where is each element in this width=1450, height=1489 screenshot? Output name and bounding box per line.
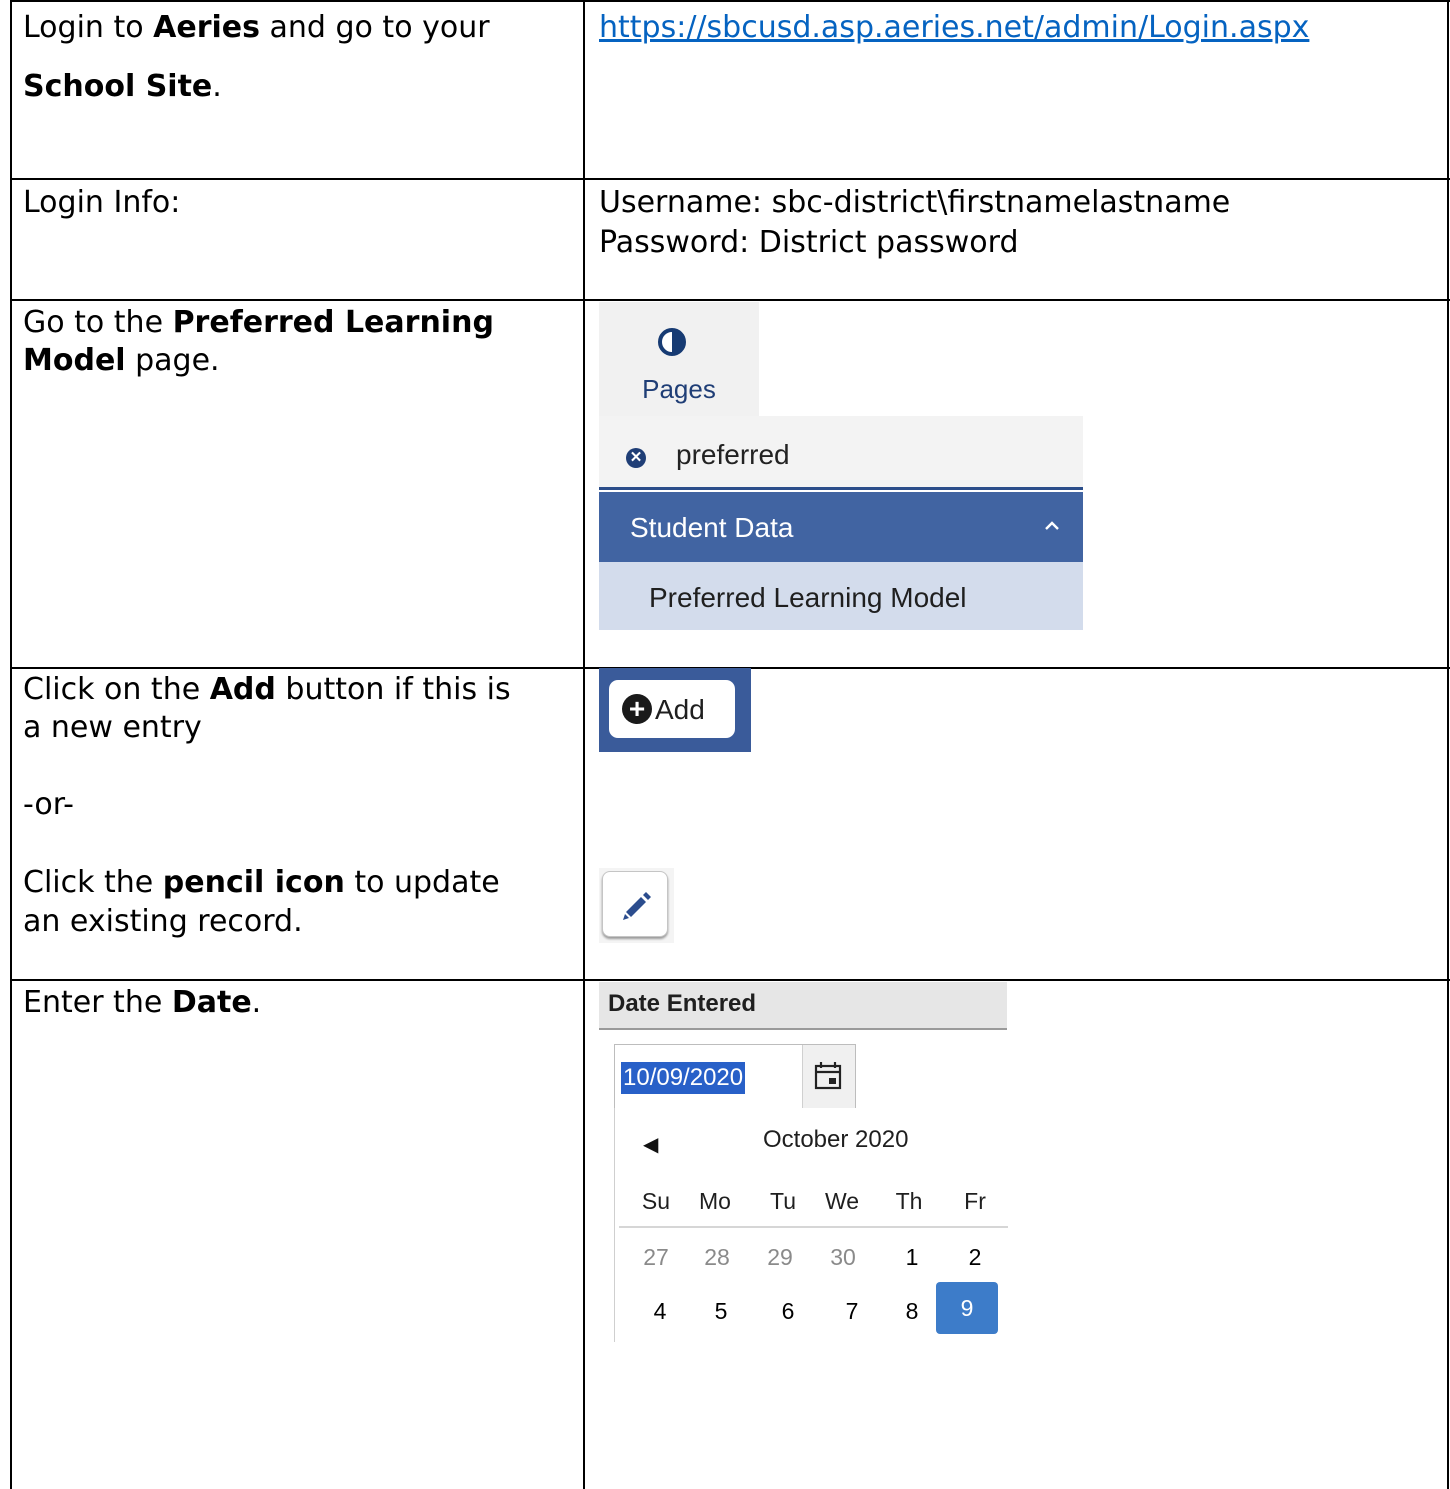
row5-instruction: Enter the Date. <box>23 983 261 1023</box>
calendar-day[interactable]: 4 <box>630 1298 690 1325</box>
calendar-day[interactable]: 2 <box>945 1244 1005 1271</box>
row4-bold-pencil-icon: pencil icon <box>162 865 345 900</box>
page-item-preferred-learning-model[interactable]: Preferred Learning Model <box>599 562 1083 630</box>
clear-search-icon[interactable]: ✕ <box>626 448 646 468</box>
page-search-input[interactable]: ✕ preferred <box>599 416 1083 490</box>
student-data-group-header[interactable]: Student Data <box>599 492 1083 562</box>
calendar-header-divider <box>619 1226 1008 1228</box>
login-url-cell: https://sbcusd.asp.aeries.net/admin/Logi… <box>599 8 1309 48</box>
calendar-icon <box>814 1062 842 1090</box>
row5-bold-date: Date <box>171 985 252 1020</box>
row4-or-text: -or- <box>23 787 74 822</box>
row3-bold-model: Model <box>23 343 126 378</box>
row-divider-1 <box>10 178 1450 180</box>
date-value: 10/09/2020 <box>621 1062 746 1094</box>
row1-bold-aeries: Aeries <box>153 10 260 45</box>
row5-text-pre: Enter the <box>23 985 172 1020</box>
row4-instruction-line2: a new entry <box>23 710 202 745</box>
password-line: Password: District password <box>599 225 1019 260</box>
row3-instruction-line1: Go to the Preferred Learning <box>23 303 494 343</box>
row4-instruction-line1: Click on the Add button if this is <box>23 670 511 710</box>
calendar-day[interactable]: 1 <box>882 1244 942 1271</box>
row4-bold-add: Add <box>209 672 276 707</box>
calendar-day[interactable]: 5 <box>691 1298 751 1325</box>
row4-instruction-line4: an existing record. <box>23 904 303 939</box>
page-search-value: preferred <box>676 439 790 470</box>
row3-text-pre: Go to the <box>23 305 173 340</box>
row1-instruction-line2: School Site. <box>23 67 222 107</box>
row1-text-post: . <box>212 69 222 104</box>
date-entered-label: Date Entered <box>608 990 757 1017</box>
add-button-backdrop: + Add <box>599 668 751 752</box>
weekday-label: Tu <box>770 1188 796 1214</box>
weekday-label: Fr <box>964 1188 986 1214</box>
date-entered-input[interactable]: 10/09/2020 <box>614 1044 856 1110</box>
login-info-label: Login Info: <box>23 185 181 220</box>
row1-instruction-line1: Login to Aeries and go to your <box>23 8 490 48</box>
row4-instruction-line3: Click the pencil icon to update <box>23 863 500 903</box>
group-label: Student Data <box>630 512 794 543</box>
date-entered-header: Date Entered <box>599 982 1007 1030</box>
pages-tab-label: Pages <box>642 374 716 404</box>
row4-text3-post: to update <box>344 865 500 900</box>
contrast-half-circle-icon <box>658 328 686 356</box>
row-divider-2 <box>10 299 1450 301</box>
table-border-left <box>10 0 12 1489</box>
calendar-button[interactable] <box>802 1045 855 1109</box>
table-border-right <box>1447 0 1449 1489</box>
date-picker-calendar: ◀ October 2020 Su Mo Tu We Th Fr 27 28 2… <box>614 1108 1008 1342</box>
weekday-label: Th <box>895 1188 923 1214</box>
calendar-day[interactable]: 7 <box>822 1298 882 1325</box>
table-column-divider <box>583 0 585 1489</box>
previous-month-icon[interactable]: ◀ <box>643 1132 658 1157</box>
add-button[interactable]: + Add <box>609 680 735 738</box>
row3-instruction-line2: Model page. <box>23 341 220 381</box>
row3-bold-preferred-learning: Preferred Learning <box>172 305 494 340</box>
weekday-label: Mo <box>699 1188 731 1214</box>
calendar-day-selected[interactable]: 9 <box>936 1282 998 1334</box>
table-border-top <box>10 0 1450 2</box>
chevron-up-icon <box>1043 510 1061 547</box>
page-item-label: Preferred Learning Model <box>649 582 967 613</box>
calendar-day[interactable]: 29 <box>750 1244 810 1271</box>
row3-text-post: page. <box>125 343 220 378</box>
row5-text-post: . <box>251 985 262 1020</box>
row4-text-post: button if this is <box>275 672 511 707</box>
row1-text-mid: and go to your <box>259 10 490 45</box>
add-button-label: Add <box>655 694 705 725</box>
row4-text-pre: Click on the <box>23 672 210 707</box>
edit-button[interactable] <box>602 871 668 937</box>
weekday-label: Su <box>641 1188 671 1214</box>
calendar-day[interactable]: 8 <box>882 1298 942 1325</box>
login-url-link[interactable]: https://sbcusd.asp.aeries.net/admin/Logi… <box>599 10 1309 45</box>
pages-tab[interactable]: Pages <box>599 302 759 416</box>
calendar-day[interactable]: 27 <box>626 1244 686 1271</box>
calendar-day[interactable]: 28 <box>687 1244 747 1271</box>
calendar-month-label: October 2020 <box>763 1126 909 1153</box>
pencil-button-backdrop <box>599 868 674 943</box>
username-line: Username: sbc-district\firstnamelastname <box>599 185 1231 220</box>
calendar-day[interactable]: 30 <box>813 1244 873 1271</box>
row1-bold-school-site: School Site <box>23 69 213 104</box>
plus-circle-icon: + <box>622 694 652 724</box>
row4-text3-pre: Click the <box>23 865 163 900</box>
row1-text-pre: Login to <box>23 10 154 45</box>
row-divider-4 <box>10 979 1450 981</box>
weekday-label: We <box>824 1188 860 1214</box>
pencil-icon <box>623 892 651 920</box>
calendar-day[interactable]: 6 <box>758 1298 818 1325</box>
